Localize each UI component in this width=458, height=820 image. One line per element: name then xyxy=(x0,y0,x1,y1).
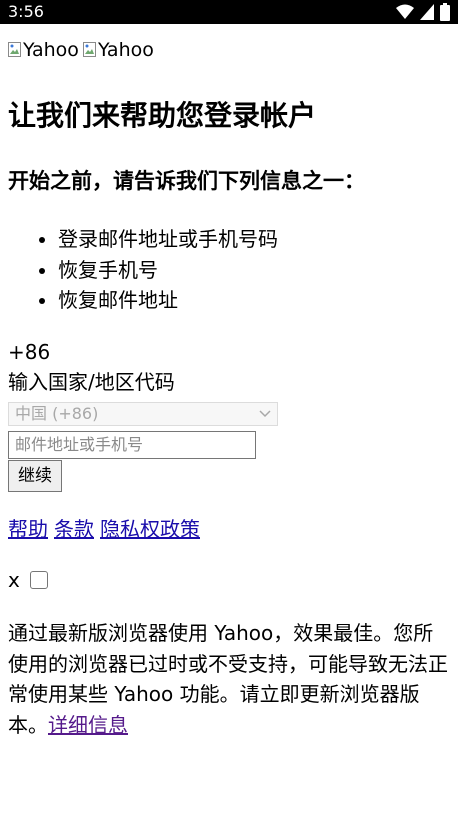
banner-close-label: x xyxy=(8,568,20,592)
page-subtitle: 开始之前，请告诉我们下列信息之一： xyxy=(8,169,365,193)
yahoo-logo-alt-1: Yahoo xyxy=(23,39,79,61)
battery-icon xyxy=(440,3,450,21)
country-select[interactable]: 中国 (+86) xyxy=(8,402,278,426)
status-time: 3:56 xyxy=(8,2,44,21)
identifier-input[interactable]: 邮件地址或手机号 xyxy=(8,431,256,459)
status-bar: 3:56 xyxy=(0,0,458,24)
yahoo-logo-alt-2: Yahoo xyxy=(97,39,154,61)
list-item: 恢复邮件地址 xyxy=(58,285,278,316)
browser-notice: 通过最新版浏览器使用 Yahoo，效果最佳。您所使用的浏览器已过时或不受支持，可… xyxy=(8,618,453,740)
list-item: 登录邮件地址或手机号码 xyxy=(58,224,278,255)
yahoo-logo-2: Yahoo xyxy=(82,38,154,62)
yahoo-logos: Yahoo Yahoo xyxy=(8,36,154,64)
wifi-icon xyxy=(396,4,414,19)
terms-link[interactable]: 条款 xyxy=(54,517,94,541)
broken-image-icon xyxy=(8,42,21,57)
list-item: 恢复手机号 xyxy=(58,255,278,286)
chevron-down-icon xyxy=(259,410,271,418)
more-info-link[interactable]: 详细信息 xyxy=(48,713,128,737)
page-title: 让我们来帮助您登录帐户 xyxy=(8,99,317,132)
help-link[interactable]: 帮助 xyxy=(8,517,48,541)
country-select-value: 中国 (+86) xyxy=(15,404,99,423)
banner-close-checkbox[interactable] xyxy=(29,571,48,589)
status-icons xyxy=(396,3,450,21)
country-code-text: +86 xyxy=(8,340,51,364)
country-code-label: 输入国家/地区代码 xyxy=(8,370,175,394)
banner-close-row: x xyxy=(8,566,48,594)
yahoo-logo-1: Yahoo xyxy=(8,38,79,62)
identifier-placeholder: 邮件地址或手机号 xyxy=(15,435,144,454)
footer-links: 帮助 条款 隐私权政策 xyxy=(8,514,206,544)
continue-button[interactable]: 继续 xyxy=(8,460,62,492)
privacy-link[interactable]: 隐私权政策 xyxy=(100,517,200,541)
signal-icon xyxy=(420,4,434,20)
broken-image-icon xyxy=(82,42,96,57)
option-list: 登录邮件地址或手机号码 恢复手机号 恢复邮件地址 xyxy=(8,224,278,316)
